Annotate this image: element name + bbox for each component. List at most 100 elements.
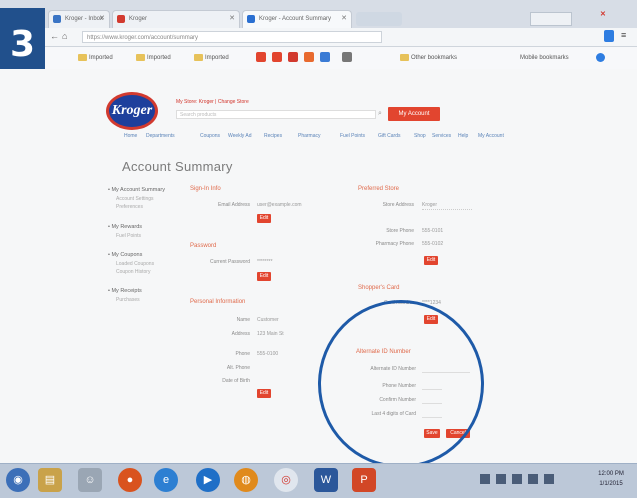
my-account-button[interactable]: My Account [388, 107, 440, 121]
nav-weekly-ad[interactable]: Weekly Ad [228, 133, 252, 139]
home-icon[interactable]: ⌂ [62, 31, 67, 41]
nav-gift-cards[interactable]: Gift Cards [378, 133, 401, 139]
bookmark-other[interactable]: Other bookmarks [400, 53, 457, 63]
word-icon[interactable]: W [314, 468, 338, 492]
section-shoppers-card-title: Shopper's Card [358, 285, 400, 291]
edit-store-button[interactable]: Edit [424, 256, 438, 265]
tab-label: Kroger [129, 16, 148, 22]
nav-coupons[interactable]: Coupons [200, 133, 220, 139]
app-icon[interactable]: ◍ [234, 468, 258, 492]
nav-recipes[interactable]: Recipes [264, 133, 282, 139]
bookmark-label: Imported [89, 55, 113, 61]
sidebar-subitem[interactable]: Loaded Coupons [116, 261, 154, 267]
page-title: Account Summary [122, 159, 233, 174]
sidebar-subitem[interactable]: Purchases [116, 297, 140, 303]
taskbar-clock[interactable]: 12:00 PM 1/1/2015 [588, 469, 634, 491]
browser-tab-1[interactable]: Kroger - Inbox ✕ [48, 10, 110, 28]
store-phone-label: Store Phone [386, 228, 414, 234]
bookmark-app-icon[interactable] [272, 52, 282, 62]
powerpoint-icon[interactable]: P [352, 468, 376, 492]
bookmark-app-icon[interactable] [288, 52, 298, 62]
bookmark-app-icon[interactable] [342, 52, 352, 62]
new-tab-button[interactable] [356, 12, 402, 26]
tray-icon[interactable] [544, 474, 554, 484]
close-tab-icon[interactable]: ✕ [341, 11, 347, 27]
search-input[interactable]: Search products [176, 110, 376, 119]
nav-pharmacy[interactable]: Pharmacy [298, 133, 321, 139]
bookmark-label: Imported [205, 55, 229, 61]
personal-phone-value: 555-0100 [257, 351, 279, 357]
store-address-label: Store Address [382, 202, 414, 208]
tray-icon[interactable] [528, 474, 538, 484]
profile-icon[interactable] [596, 53, 605, 62]
tab-label: Kroger - Account Summary [259, 16, 332, 22]
window-minimize-button[interactable] [530, 12, 572, 26]
store-phone-value: 555-0101 [422, 228, 444, 234]
email-value: user@example.com [257, 202, 302, 208]
tray-icon[interactable] [512, 474, 522, 484]
tab-label: Kroger - Inbox [65, 16, 104, 22]
bookmark-label: Imported [147, 55, 171, 61]
bookmark-app-icon[interactable] [256, 52, 266, 62]
edit-sign-in-button[interactable]: Edit [257, 214, 271, 223]
search-icon[interactable]: ⌕ [378, 110, 382, 118]
edit-password-button[interactable]: Edit [257, 272, 271, 281]
bookmark-folder-3[interactable]: Imported [194, 53, 229, 63]
media-player-icon[interactable]: ▶ [196, 468, 220, 492]
sidebar-item-coupons[interactable]: • My Coupons [108, 252, 142, 258]
sidebar-item-rewards[interactable]: • My Rewards [108, 224, 142, 230]
close-tab-icon[interactable]: ✕ [99, 11, 105, 27]
edit-personal-button[interactable]: Edit [257, 389, 271, 398]
browser-tab-3[interactable]: Kroger - Account Summary ✕ [242, 10, 352, 28]
store-address-extra [422, 209, 472, 224]
system-tray [480, 474, 580, 486]
sidebar-subitem[interactable]: Coupon History [116, 269, 150, 275]
sidebar-label: My Account Summary [111, 187, 165, 193]
nav-home[interactable]: Home [124, 133, 137, 139]
people-icon[interactable]: ☺ [78, 468, 102, 492]
folder-icon [78, 53, 87, 61]
bookmark-label: Mobile bookmarks [520, 55, 569, 61]
section-personal-title: Personal Information [190, 299, 246, 305]
browser-tab-2[interactable]: Kroger ✕ [112, 10, 240, 28]
sidebar-subitem[interactable]: Fuel Points [116, 233, 141, 239]
sidebar-subitem[interactable]: Account Settings [116, 196, 154, 202]
kroger-logo[interactable]: Kroger [106, 92, 158, 130]
bookmark-folder-2[interactable]: Imported [136, 53, 171, 63]
url-input[interactable]: https://www.kroger.com/account/summary [82, 31, 382, 43]
bookmark-app-icon[interactable] [304, 52, 314, 62]
firefox-icon[interactable]: ● [118, 468, 142, 492]
nav-departments[interactable]: Departments [146, 133, 175, 139]
close-tab-icon[interactable]: ✕ [229, 11, 235, 27]
clock-time: 12:00 PM [598, 471, 624, 477]
nav-services[interactable]: Services [432, 133, 451, 139]
sidebar-item-receipts[interactable]: • My Receipts [108, 288, 142, 294]
menu-icon[interactable]: ≡ [621, 30, 626, 40]
bookmark-app-icon[interactable] [320, 52, 330, 62]
nav-my-account[interactable]: My Account [478, 133, 504, 139]
chrome-icon[interactable]: ◎ [274, 468, 298, 492]
pharmacy-phone-label: Pharmacy Phone [375, 241, 414, 247]
tab-favicon-icon [117, 15, 125, 23]
bookmark-folder-1[interactable]: Imported [78, 53, 113, 63]
tab-favicon-icon [247, 15, 255, 23]
sidebar-label: My Coupons [111, 252, 143, 258]
nav-help[interactable]: Help [458, 133, 468, 139]
nav-fuel-points[interactable]: Fuel Points [340, 133, 365, 139]
bookmark-mobile[interactable]: Mobile bookmarks [520, 53, 569, 63]
network-icon[interactable] [480, 474, 490, 484]
sidebar-subitem[interactable]: Preferences [116, 204, 143, 210]
nav-shop[interactable]: Shop [414, 133, 426, 139]
file-explorer-icon[interactable]: ▤ [38, 468, 62, 492]
tab-favicon-icon [53, 15, 61, 23]
back-arrow-icon[interactable]: ← [50, 31, 59, 41]
volume-icon[interactable] [496, 474, 506, 484]
pharmacy-phone-value: 555-0102 [422, 241, 444, 247]
internet-explorer-icon[interactable]: e [154, 468, 178, 492]
extension-icon[interactable] [604, 30, 614, 42]
store-info[interactable]: My Store: Kroger | Change Store [176, 99, 249, 105]
start-button[interactable]: ◉ [6, 468, 30, 492]
email-label: Email Address [218, 202, 250, 208]
window-close-icon[interactable]: ✕ [600, 10, 606, 18]
sidebar-item-summary[interactable]: • My Account Summary [108, 187, 165, 193]
